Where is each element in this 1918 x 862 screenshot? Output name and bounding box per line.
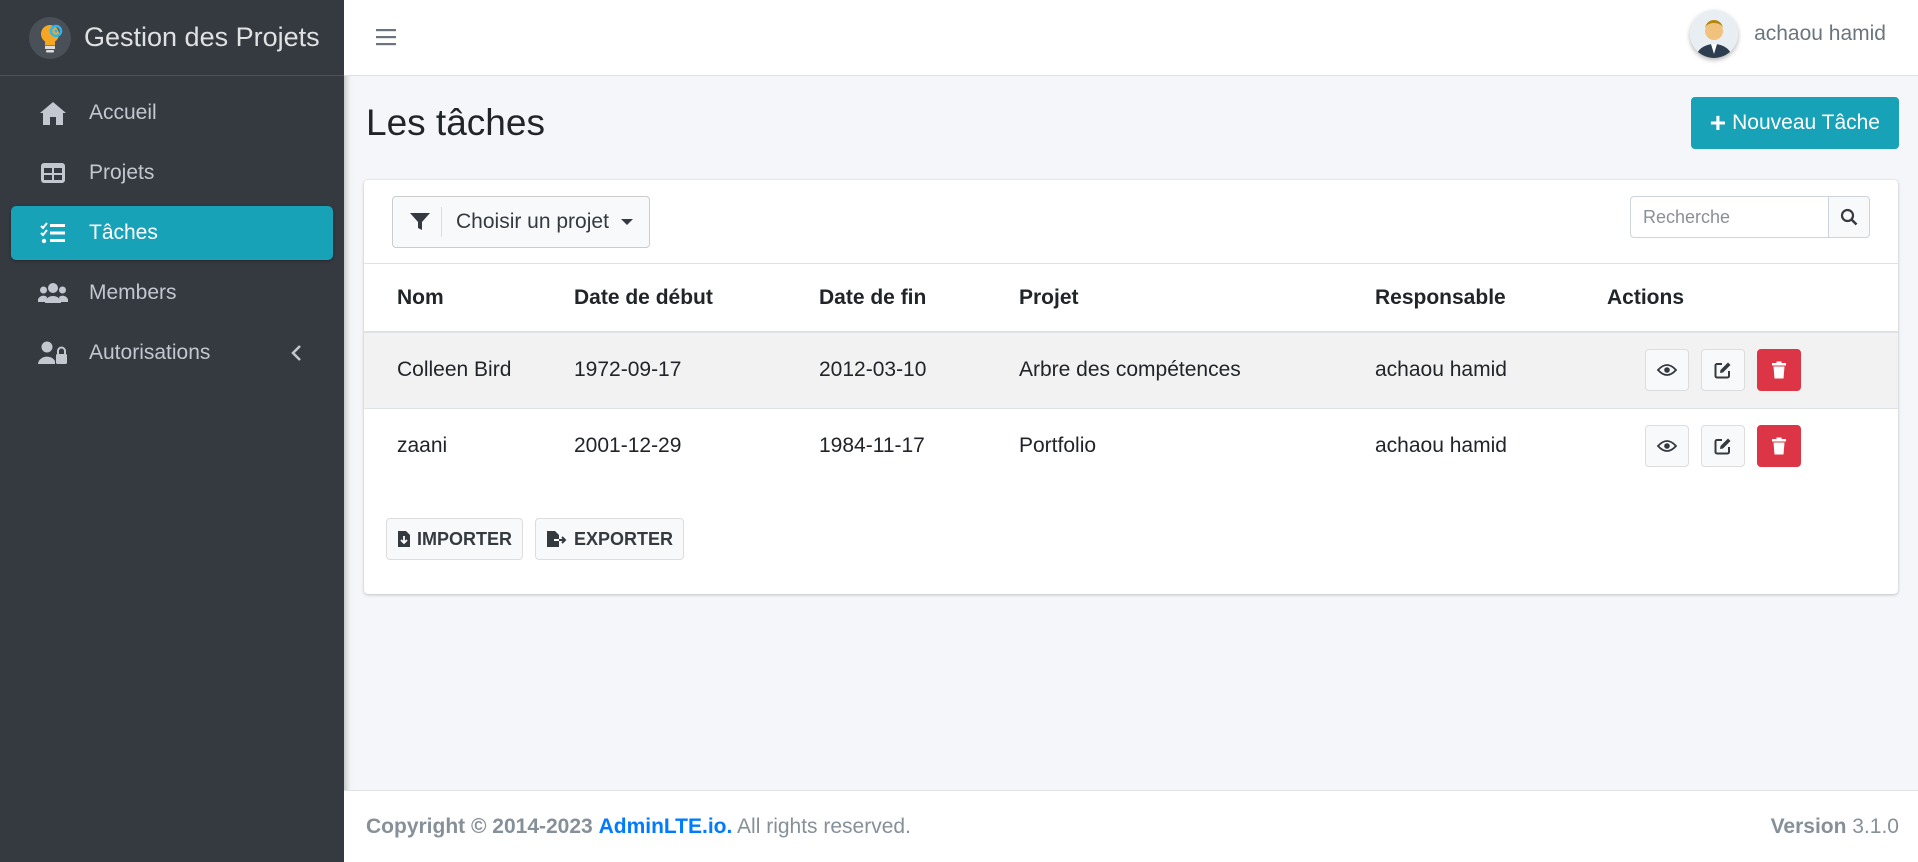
sidebar-item-label: Projets — [89, 161, 155, 184]
brand[interactable]: Gestion des Projets — [0, 0, 344, 76]
cell-date-debut: 1972-09-17 — [574, 332, 819, 409]
search-group — [1630, 196, 1870, 238]
column-header-responsable[interactable]: Responsable — [1375, 264, 1607, 333]
avatar — [1690, 10, 1739, 58]
view-button[interactable] — [1645, 349, 1689, 392]
sidebar-item-projets[interactable]: Projets — [11, 146, 333, 200]
search-button[interactable] — [1828, 196, 1870, 238]
chevron-left-icon[interactable] — [287, 343, 307, 363]
caret-down-icon — [620, 219, 633, 225]
sidebar-item-label: Members — [89, 281, 177, 304]
page-title: Les tâches — [366, 102, 545, 143]
hamburger-menu-icon[interactable] — [374, 26, 398, 48]
copyright-text: Copyright © 2014-2023 — [366, 814, 593, 838]
cell-nom: Colleen Bird — [364, 332, 574, 409]
copyright: Copyright © 2014-2023 AdminLTE.io. All r… — [366, 815, 911, 839]
export-label: EXPORTER — [574, 528, 674, 549]
sidebar-nav: Accueil Projets Tâches Members Autorisat… — [0, 76, 344, 396]
brand-name: Gestion des Projets — [84, 22, 320, 52]
adminlte-link[interactable]: AdminLTE.io. — [599, 815, 733, 838]
card-footer: IMPORTER EXPORTER — [386, 518, 685, 560]
sidebar-item-label: Autorisations — [89, 341, 211, 364]
sidebar-item-label: Tâches — [89, 221, 158, 244]
column-header-actions: Actions — [1607, 264, 1898, 333]
delete-button[interactable] — [1757, 349, 1801, 392]
tasks-table: Nom Date de début Date de fin Projet Res… — [364, 264, 1898, 484]
sidebar-item-accueil[interactable]: Accueil — [11, 86, 333, 140]
sidebar-item-taches[interactable]: Tâches — [11, 206, 333, 260]
trash-icon — [1772, 437, 1786, 455]
project-filter-label: Choisir un projet — [456, 210, 609, 233]
tasks-icon — [37, 220, 69, 246]
version: Version 3.1.0 — [1771, 815, 1899, 839]
version-label: Version — [1770, 814, 1847, 838]
table-row: zaani 2001-12-29 1984-11-17 Portfolio ac… — [364, 408, 1898, 484]
file-export-icon — [547, 531, 567, 547]
users-icon — [37, 280, 69, 306]
import-button[interactable]: IMPORTER — [386, 518, 524, 560]
eye-icon — [1657, 440, 1677, 453]
top-navbar: achaou hamid — [344, 0, 1918, 76]
cell-projet: Portfolio — [1019, 434, 1097, 458]
export-button[interactable]: EXPORTER — [535, 518, 685, 560]
card-header: Choisir un projet — [364, 180, 1898, 264]
sidebar-item-label: Accueil — [89, 101, 157, 124]
view-button[interactable] — [1645, 425, 1689, 468]
column-header-nom[interactable]: Nom — [364, 264, 574, 333]
lightbulb-gear-logo-icon — [29, 16, 71, 59]
trash-icon — [1772, 361, 1786, 379]
import-label: IMPORTER — [417, 528, 513, 549]
column-header-projet[interactable]: Projet — [1019, 264, 1375, 333]
column-header-date-fin[interactable]: Date de fin — [819, 264, 1019, 333]
cell-projet: Arbre des compétences — [1019, 332, 1375, 409]
delete-button[interactable] — [1757, 425, 1801, 468]
filter-icon — [409, 207, 442, 237]
user-menu[interactable]: achaou hamid — [1690, 10, 1886, 58]
sidebar-item-autorisations[interactable]: Autorisations — [11, 326, 333, 380]
plus-icon: + — [1709, 107, 1727, 138]
edit-icon — [1714, 438, 1731, 455]
tasks-card: Choisir un projet Nom Date de début Date… — [364, 180, 1898, 594]
table-row: Colleen Bird 1972-09-17 2012-03-10 Arbre… — [364, 332, 1898, 409]
main-content: Les tâches + Nouveau Tâche Choisir un pr… — [344, 76, 1918, 790]
user-lock-icon — [37, 340, 69, 366]
cell-date-fin: 2012-03-10 — [819, 332, 1019, 409]
cell-actions — [1607, 408, 1898, 484]
project-filter-dropdown[interactable]: Choisir un projet — [392, 196, 650, 248]
page-footer: Copyright © 2014-2023 AdminLTE.io. All r… — [344, 790, 1918, 862]
cell-actions — [1607, 332, 1898, 409]
eye-icon — [1657, 364, 1677, 377]
cell-date-debut: 2001-12-29 — [574, 434, 682, 458]
cell-nom: zaani — [397, 434, 448, 458]
search-input[interactable] — [1630, 196, 1828, 238]
user-name: achaou hamid — [1754, 22, 1886, 45]
version-number: 3.1.0 — [1852, 814, 1899, 838]
sidebar: Gestion des Projets Accueil Projets Tâch… — [0, 0, 344, 862]
column-header-date-debut[interactable]: Date de début — [574, 264, 819, 333]
table-header-row: Nom Date de début Date de fin Projet Res… — [364, 264, 1898, 333]
edit-icon — [1714, 362, 1731, 379]
search-icon — [1840, 208, 1858, 226]
new-task-label: Nouveau Tâche — [1732, 111, 1880, 134]
table-icon — [37, 160, 69, 186]
edit-button[interactable] — [1701, 349, 1745, 392]
cell-responsable: achaou hamid — [1375, 332, 1607, 409]
rights-text: All rights reserved. — [737, 814, 911, 838]
cell-date-fin: 1984-11-17 — [819, 434, 925, 458]
cell-responsable: achaou hamid — [1375, 434, 1507, 458]
edit-button[interactable] — [1701, 425, 1745, 468]
home-icon — [37, 100, 69, 126]
sidebar-item-members[interactable]: Members — [11, 266, 333, 320]
new-task-button[interactable]: + Nouveau Tâche — [1690, 97, 1899, 149]
file-import-icon — [398, 531, 410, 547]
